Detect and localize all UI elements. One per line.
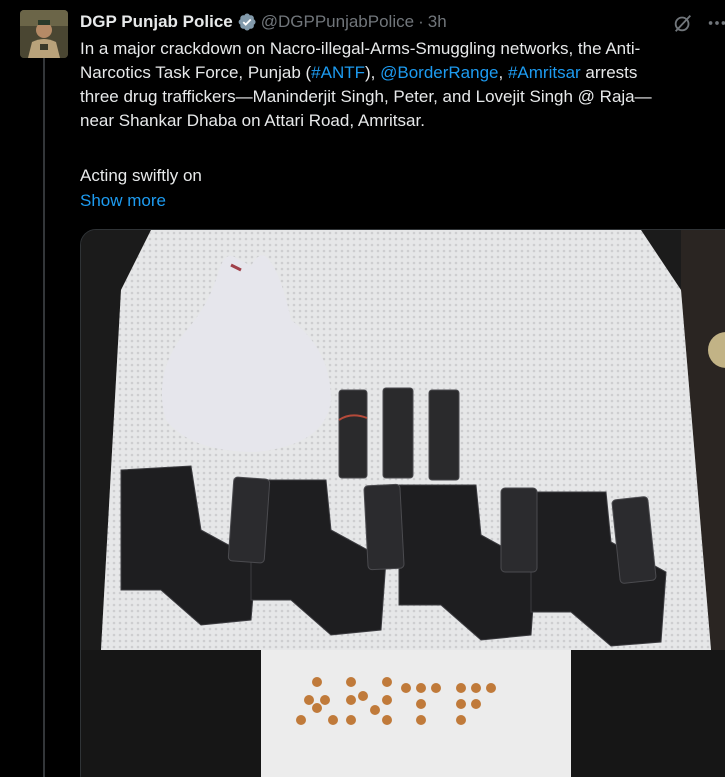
seized-weapons-photo <box>81 230 725 777</box>
tweet-post[interactable]: DGP Punjab Police @DGPPunjabPolice · 3h … <box>0 0 725 777</box>
avatar-image <box>20 10 68 58</box>
hashtag-antf-link[interactable]: #ANTF <box>311 63 365 82</box>
more-icon[interactable] <box>706 12 725 34</box>
mention-borderrange-link[interactable]: @BorderRange <box>380 63 498 82</box>
tweet-line-4: near Shankar Dhaba on Attari Road, Amrit… <box>80 111 425 130</box>
thread-connector-line <box>43 58 45 777</box>
tweet-header: DGP Punjab Police @DGPPunjabPolice · 3h <box>80 10 447 34</box>
tweet-line-2: Narcotics Task Force, Punjab (#ANTF), @B… <box>80 61 725 85</box>
tweet-media-image[interactable] <box>80 229 725 777</box>
hashtag-amritsar-link[interactable]: #Amritsar <box>508 63 581 82</box>
tweet-paragraph-2: Acting swiftly on <box>80 166 202 185</box>
tweet-body: In a major crackdown on Nacro-illegal-Ar… <box>80 37 725 133</box>
tweet-text-segment: arrests <box>580 63 638 82</box>
tweet-text-segment: ), <box>365 63 381 82</box>
grok-icon[interactable] <box>672 12 694 34</box>
separator-dot: · <box>418 12 424 31</box>
tweet-text-segment: Narcotics Task Force, Punjab ( <box>80 63 312 82</box>
show-more-link[interactable]: Show more <box>80 189 166 213</box>
avatar[interactable] <box>20 10 68 58</box>
author-handle[interactable]: @DGPPunjabPolice <box>261 12 414 32</box>
tweet-line-3: three drug traffickers—Maninderjit Singh… <box>80 87 652 106</box>
post-time[interactable]: 3h <box>428 12 447 32</box>
author-display-name[interactable]: DGP Punjab Police <box>80 12 233 32</box>
tweet-text-segment: , <box>498 63 508 82</box>
tweet-line-1: In a major crackdown on Nacro-illegal-Ar… <box>80 39 641 58</box>
verified-badge-icon <box>238 13 256 31</box>
